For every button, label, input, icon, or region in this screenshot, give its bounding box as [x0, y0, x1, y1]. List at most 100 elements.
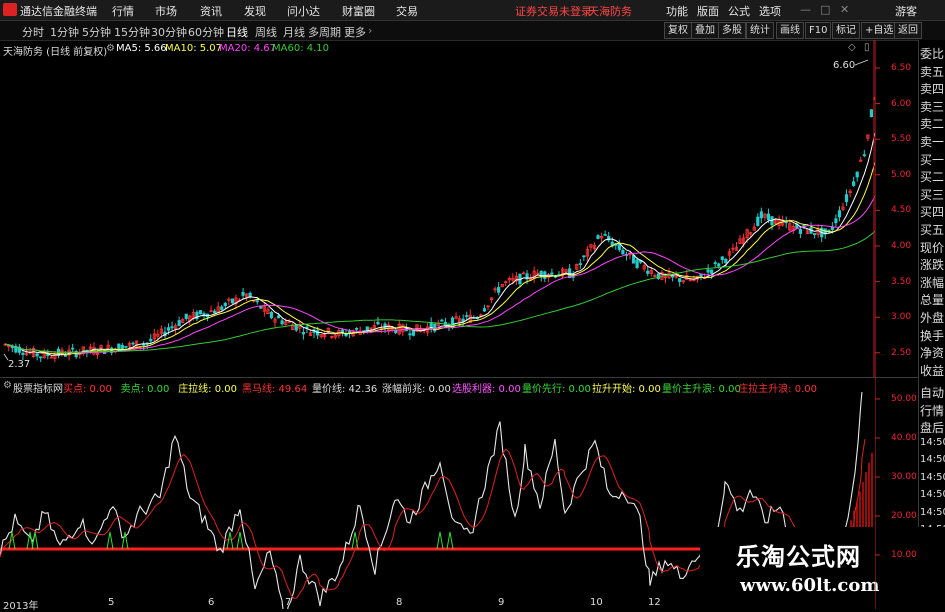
quote-row-label[interactable]: 换手: [920, 327, 944, 344]
ma60-line: [5, 231, 875, 353]
menu-wenxiaoda[interactable]: 问小达: [287, 3, 320, 19]
candle-body: [269, 311, 274, 319]
candle-body: [355, 327, 359, 330]
candle-body: [830, 226, 834, 230]
quote-row-label[interactable]: 收益: [920, 362, 944, 379]
quote-row-label[interactable]: 买三: [920, 186, 944, 203]
period-5min[interactable]: 5分钟: [82, 24, 111, 40]
candle-body: [550, 272, 554, 275]
period-15min[interactable]: 15分钟: [114, 24, 150, 40]
indicator-gear-icon[interactable]: ⚙: [3, 380, 12, 391]
tick-row-label[interactable]: 行情: [920, 402, 944, 419]
duogu-button[interactable]: 多股: [718, 22, 746, 39]
menu-jiaoyi[interactable]: 交易: [396, 3, 418, 19]
menu-caifuquan[interactable]: 财富圈: [342, 3, 375, 19]
candle-body: [177, 320, 181, 326]
period-more[interactable]: 更多: [344, 24, 366, 40]
candle-body: [869, 109, 874, 118]
quote-row-label[interactable]: 买五: [920, 221, 944, 238]
f10-button[interactable]: F10: [805, 22, 832, 39]
account-label[interactable]: 游客: [895, 3, 917, 19]
candle-body: [596, 235, 600, 239]
candle-body: [408, 333, 412, 336]
date-axis-label: 12: [648, 597, 661, 608]
period-monthly[interactable]: 月线: [283, 24, 305, 40]
indicator-value: 庄拉主升浪: 0.00: [738, 384, 818, 395]
quote-row-label[interactable]: 买一: [920, 151, 944, 168]
candle-body: [255, 300, 259, 303]
candle-body: [717, 263, 721, 267]
quote-row-label[interactable]: 买二: [920, 168, 944, 185]
period-fenshi[interactable]: 分时: [22, 24, 44, 40]
menu-zixun[interactable]: 资讯: [200, 3, 222, 19]
period-30min[interactable]: 30分钟: [151, 24, 187, 40]
menu-hangqing[interactable]: 行情: [112, 3, 134, 19]
indicator-value: 量价主升浪: 0.00: [662, 384, 741, 395]
candlestick-chart[interactable]: 6.60 2.37: [0, 40, 875, 377]
huaxian-button[interactable]: 画线: [776, 22, 804, 39]
more-chevron-icon[interactable]: ›: [368, 24, 372, 37]
quote-row-label[interactable]: 现价: [920, 239, 944, 256]
period-daily[interactable]: 日线: [226, 24, 248, 40]
minimize-icon[interactable]: —: [800, 3, 811, 16]
candle-body: [720, 256, 724, 260]
period-multi[interactable]: 多周期: [308, 24, 341, 40]
tick-row-label[interactable]: 盘后: [920, 419, 944, 436]
quote-row-label[interactable]: 卖三: [920, 98, 944, 115]
menu-banmian[interactable]: 版面: [697, 3, 719, 19]
menu-shichang[interactable]: 市场: [155, 3, 177, 19]
date-axis-label: 7: [285, 597, 292, 608]
tongji-button[interactable]: 统计: [746, 22, 774, 39]
login-notice[interactable]: 证券交易未登录: [515, 3, 592, 19]
menubar: 通达信金融终端 行情 市场 资讯 发现 问小达 财富圈 交易 证券交易未登录 天…: [0, 0, 945, 21]
quote-row-label[interactable]: 卖五: [920, 63, 944, 80]
quote-row-label[interactable]: 卖二: [920, 115, 944, 132]
quote-row-label[interactable]: 委比: [920, 45, 944, 62]
quote-row-label[interactable]: 买四: [920, 203, 944, 220]
high-marker: 6.60: [833, 60, 855, 71]
candle-body: [759, 211, 763, 219]
candle-body: [131, 342, 135, 345]
quote-row-label[interactable]: 卖一: [920, 133, 944, 150]
candle-body: [621, 249, 625, 255]
quote-row-label[interactable]: 净资: [920, 344, 944, 361]
quote-row-label[interactable]: 卖四: [920, 80, 944, 97]
candle-body: [713, 262, 717, 265]
indicator-axis-label: 40.00: [891, 433, 917, 443]
back-button[interactable]: 返回: [894, 22, 922, 39]
date-axis-label: 5: [108, 597, 115, 608]
app-title: 通达信金融终端: [20, 5, 97, 18]
candle-body: [294, 324, 298, 331]
candle-body: [678, 278, 682, 282]
candle-body: [855, 171, 859, 178]
menu-gongneng[interactable]: 功能: [666, 3, 688, 19]
diejia-button[interactable]: 叠加: [691, 22, 719, 39]
period-1min[interactable]: 1分钟: [50, 24, 79, 40]
fuquan-button[interactable]: 复权: [664, 22, 692, 39]
quote-row-label[interactable]: 涨跌: [920, 256, 944, 273]
quote-row-label[interactable]: 总量: [920, 291, 944, 308]
date-axis-label: 10: [590, 597, 603, 608]
maximize-icon[interactable]: □: [820, 3, 830, 16]
biaoji-button[interactable]: 标记: [832, 22, 860, 39]
tick-row-label[interactable]: 14:50: [920, 507, 945, 518]
tick-row-label[interactable]: 自动: [920, 384, 944, 401]
period-weekly[interactable]: 周线: [255, 24, 277, 40]
menu-faxian[interactable]: 发现: [244, 3, 266, 19]
period-60min[interactable]: 60分钟: [188, 24, 224, 40]
indicator-value: 选股利器: 0.00: [452, 384, 521, 395]
menu-xuanxiang[interactable]: 选项: [759, 3, 781, 19]
candle-body: [798, 229, 803, 234]
quote-row-label[interactable]: 涨幅: [920, 274, 944, 291]
low-marker: 2.37: [8, 359, 30, 370]
menu-gongshi[interactable]: 公式: [728, 3, 750, 19]
tick-row-label[interactable]: 14:50: [920, 454, 945, 465]
close-icon[interactable]: ✕: [840, 3, 849, 16]
candle-body: [521, 272, 526, 275]
tick-row-label[interactable]: 14:50: [920, 489, 945, 500]
tick-row-label[interactable]: 14:50: [920, 472, 945, 483]
tick-row-label[interactable]: 14:50: [920, 437, 945, 448]
candle-body: [149, 338, 153, 342]
quote-row-label[interactable]: 外盘: [920, 309, 944, 326]
add-watchlist-button[interactable]: +自选: [861, 22, 898, 39]
